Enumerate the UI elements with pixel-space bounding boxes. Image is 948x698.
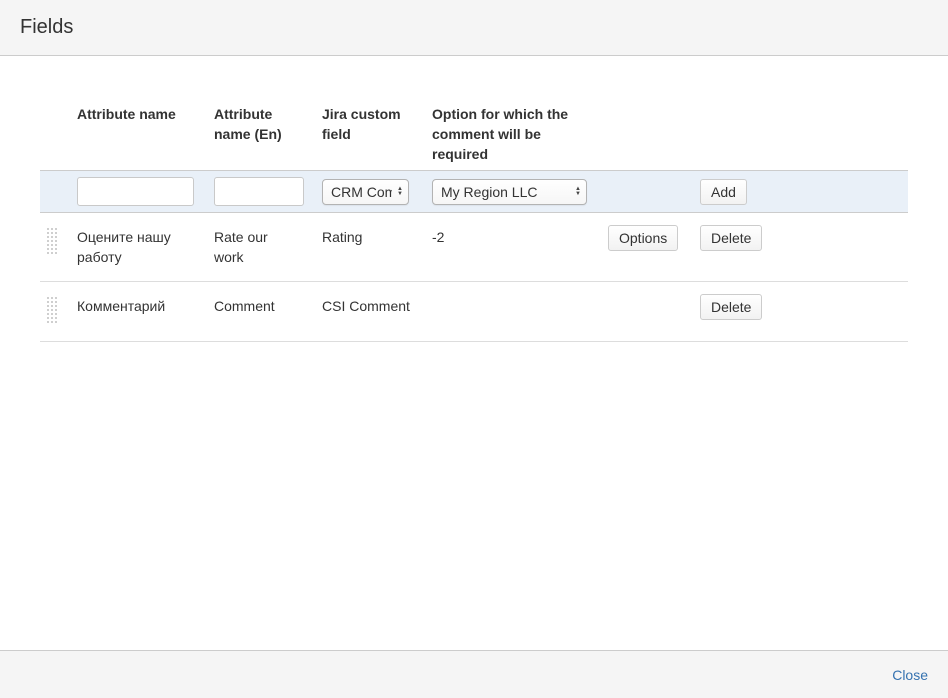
option-cell [432,294,608,296]
delete-button[interactable]: Delete [700,225,762,251]
attribute-name-en-cell: Rate our work [214,225,322,267]
attribute-name-input[interactable] [77,177,194,206]
select-updown-arrows-icon: ▲ ▼ [397,187,403,197]
options-button[interactable]: Options [608,225,678,251]
column-header-option-required: Option for which the comment will be req… [432,96,608,170]
fields-table: Attribute name Attribute name (En) Jira … [40,96,908,342]
add-button[interactable]: Add [700,179,747,205]
drag-handle-icon[interactable] [46,227,59,256]
table-row: Комментарий Comment CSI Comment Delete [40,282,908,342]
column-header-attribute-name-en: Attribute name (En) [214,96,322,150]
column-header-actions-2 [700,96,908,110]
dialog-footer: Close [0,650,948,698]
attribute-name-cell: Оцените нашу работу [77,225,214,267]
option-cell: -2 [432,225,608,247]
fields-dialog: Fields Attribute name Attribute name (En… [0,0,948,698]
column-header-actions-1 [608,96,700,110]
jira-custom-field-select[interactable]: CRM Com ▲ ▼ [322,179,409,205]
table-row: Оцените нашу работу Rate our work Rating… [40,213,908,282]
attribute-name-en-input[interactable] [214,177,304,206]
option-select[interactable]: My Region LLC ▲ ▼ [432,179,587,205]
dialog-body: Attribute name Attribute name (En) Jira … [0,56,948,650]
dialog-header: Fields [0,0,948,56]
jira-custom-field-cell: Rating [322,225,432,247]
attribute-name-en-cell: Comment [214,294,322,316]
page-title: Fields [20,13,928,41]
column-header-attribute-name: Attribute name [77,96,214,130]
jira-custom-field-selected-value: CRM Com [331,184,392,200]
delete-button[interactable]: Delete [700,294,762,320]
jira-custom-field-cell: CSI Comment [322,294,432,316]
drag-handle-icon[interactable] [46,296,59,325]
option-selected-value: My Region LLC [441,184,538,200]
table-header-row: Attribute name Attribute name (En) Jira … [40,96,908,170]
close-link[interactable]: Close [892,667,928,683]
attribute-name-cell: Комментарий [77,294,214,316]
column-header-spacer [40,96,77,110]
column-header-jira-custom-field: Jira custom field [322,96,432,150]
select-updown-arrows-icon: ▲ ▼ [575,187,581,197]
add-field-row: CRM Com ▲ ▼ My Region LLC ▲ ▼ [40,170,908,213]
